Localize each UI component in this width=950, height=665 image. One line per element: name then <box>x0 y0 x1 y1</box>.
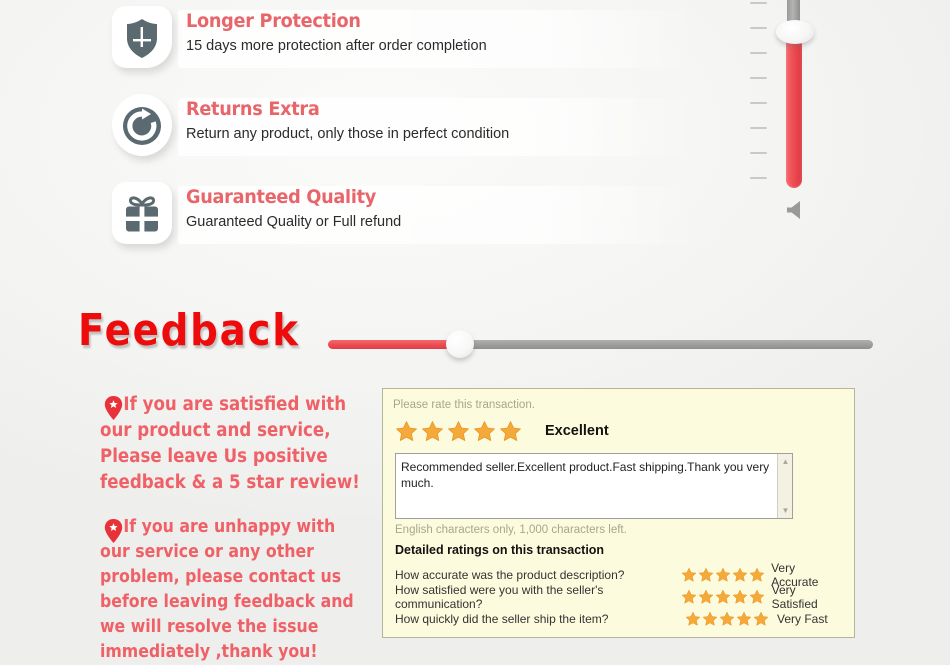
volume-slider-ticks <box>750 2 772 198</box>
page-title: Feedback <box>78 305 300 356</box>
volume-slider-handle[interactable] <box>776 20 814 44</box>
progress-slider-fill <box>328 340 461 349</box>
overall-star-rating[interactable] <box>395 420 525 443</box>
star-icon[interactable] <box>698 589 714 605</box>
star-icon[interactable] <box>681 567 697 583</box>
feedback-form-panel: Please rate this transaction. Excellent … <box>382 388 855 638</box>
positive-feedback-message: If you are satisfied with our product an… <box>100 392 390 496</box>
detailed-rating-question: How satisfied were you with the seller's… <box>395 583 604 611</box>
star-icon[interactable] <box>715 567 731 583</box>
star-icon[interactable] <box>698 567 714 583</box>
feature-title: Returns Extra <box>186 98 320 120</box>
feedback-banner: Longer Protection 15 days more protectio… <box>0 0 950 665</box>
feature-badge <box>108 180 176 248</box>
progress-slider[interactable] <box>328 330 873 358</box>
volume-slider-tick <box>750 177 767 179</box>
overall-rating-row: Excellent <box>395 415 844 447</box>
feature-row: Guaranteed Quality Guaranteed Quality or… <box>100 182 700 246</box>
detailed-ratings-list: How accurate was the product description… <box>393 561 844 630</box>
star-icon[interactable] <box>499 420 522 443</box>
detailed-rating-stars[interactable] <box>681 567 772 583</box>
feature-text: Longer Protection 15 days more protectio… <box>186 8 706 58</box>
detailed-ratings-title: Detailed ratings on this transaction <box>395 543 605 557</box>
star-icon[interactable] <box>749 567 765 583</box>
gift-box-icon <box>120 192 164 236</box>
star-icon[interactable] <box>732 589 748 605</box>
return-arrow-icon <box>120 104 164 148</box>
overall-rating-label: Excellent <box>545 423 609 439</box>
volume-slider-tick <box>750 152 767 154</box>
scroll-down-icon[interactable]: ▼ <box>778 503 793 518</box>
problem-contact-message: If you are unhappy with our service or a… <box>100 515 390 665</box>
volume-slider-tick <box>750 2 767 4</box>
star-icon[interactable] <box>395 420 418 443</box>
shield-icon <box>120 16 164 60</box>
scroll-up-icon[interactable]: ▲ <box>778 454 793 469</box>
character-count-note: English characters only, 1,000 character… <box>395 524 627 536</box>
problem-contact-text: If you are unhappy with our service or a… <box>100 517 354 662</box>
detailed-rating-stars[interactable] <box>685 611 777 627</box>
volume-slider-tick <box>750 77 767 79</box>
detailed-rating-row: How quickly did the seller ship the item… <box>395 608 844 630</box>
star-icon[interactable] <box>685 611 701 627</box>
progress-slider-handle[interactable] <box>446 330 474 358</box>
feature-badge <box>108 4 176 72</box>
feature-text: Returns Extra Return any product, only t… <box>186 96 706 146</box>
comment-textarea[interactable]: Recommended seller.Excellent product.Fas… <box>395 453 793 519</box>
star-icon[interactable] <box>421 420 444 443</box>
detailed-rating-question: How accurate was the product description… <box>395 568 625 582</box>
star-icon[interactable] <box>702 611 718 627</box>
feature-description: Guaranteed Quality or Full refund <box>186 214 402 230</box>
star-icon[interactable] <box>753 611 769 627</box>
textarea-scrollbar[interactable]: ▲ ▼ <box>777 454 792 518</box>
volume-slider-tick <box>750 52 767 54</box>
comment-text: Recommended seller.Excellent product.Fas… <box>401 460 770 490</box>
star-icon[interactable] <box>681 589 697 605</box>
star-icon[interactable] <box>749 589 765 605</box>
star-icon[interactable] <box>732 567 748 583</box>
volume-slider-track-fill <box>786 36 802 188</box>
detailed-rating-label: Very Fast <box>777 612 828 626</box>
volume-slider-track[interactable] <box>776 0 814 196</box>
volume-slider-tick <box>750 102 767 104</box>
feature-description: Return any product, only those in perfec… <box>186 126 510 142</box>
detailed-rating-row: How satisfied were you with the seller's… <box>395 583 844 611</box>
progress-slider-track <box>459 340 873 349</box>
positive-feedback-text: If you are satisfied with our product an… <box>100 394 360 493</box>
feature-text: Guaranteed Quality Guaranteed Quality or… <box>186 184 706 234</box>
volume-slider-tick <box>750 127 767 129</box>
detailed-rating-label: Very Satisfied <box>771 583 818 611</box>
feature-title: Guaranteed Quality <box>186 186 377 208</box>
rate-prompt: Please rate this transaction. <box>393 399 535 411</box>
feature-row: Longer Protection 15 days more protectio… <box>100 6 700 70</box>
feature-description: 15 days more protection after order comp… <box>186 38 487 54</box>
star-icon[interactable] <box>736 611 752 627</box>
detailed-rating-stars[interactable] <box>681 589 772 605</box>
feature-row: Returns Extra Return any product, only t… <box>100 94 700 158</box>
speaker-icon[interactable] <box>782 197 808 223</box>
detailed-rating-question: How quickly did the seller ship the item… <box>395 612 609 626</box>
service-features: Longer Protection 15 days more protectio… <box>0 0 760 275</box>
volume-slider-tick <box>750 27 767 29</box>
star-icon[interactable] <box>473 420 496 443</box>
feature-badge <box>108 92 176 160</box>
feature-title: Longer Protection <box>186 10 361 32</box>
star-icon[interactable] <box>715 589 731 605</box>
star-icon[interactable] <box>447 420 470 443</box>
star-icon[interactable] <box>719 611 735 627</box>
